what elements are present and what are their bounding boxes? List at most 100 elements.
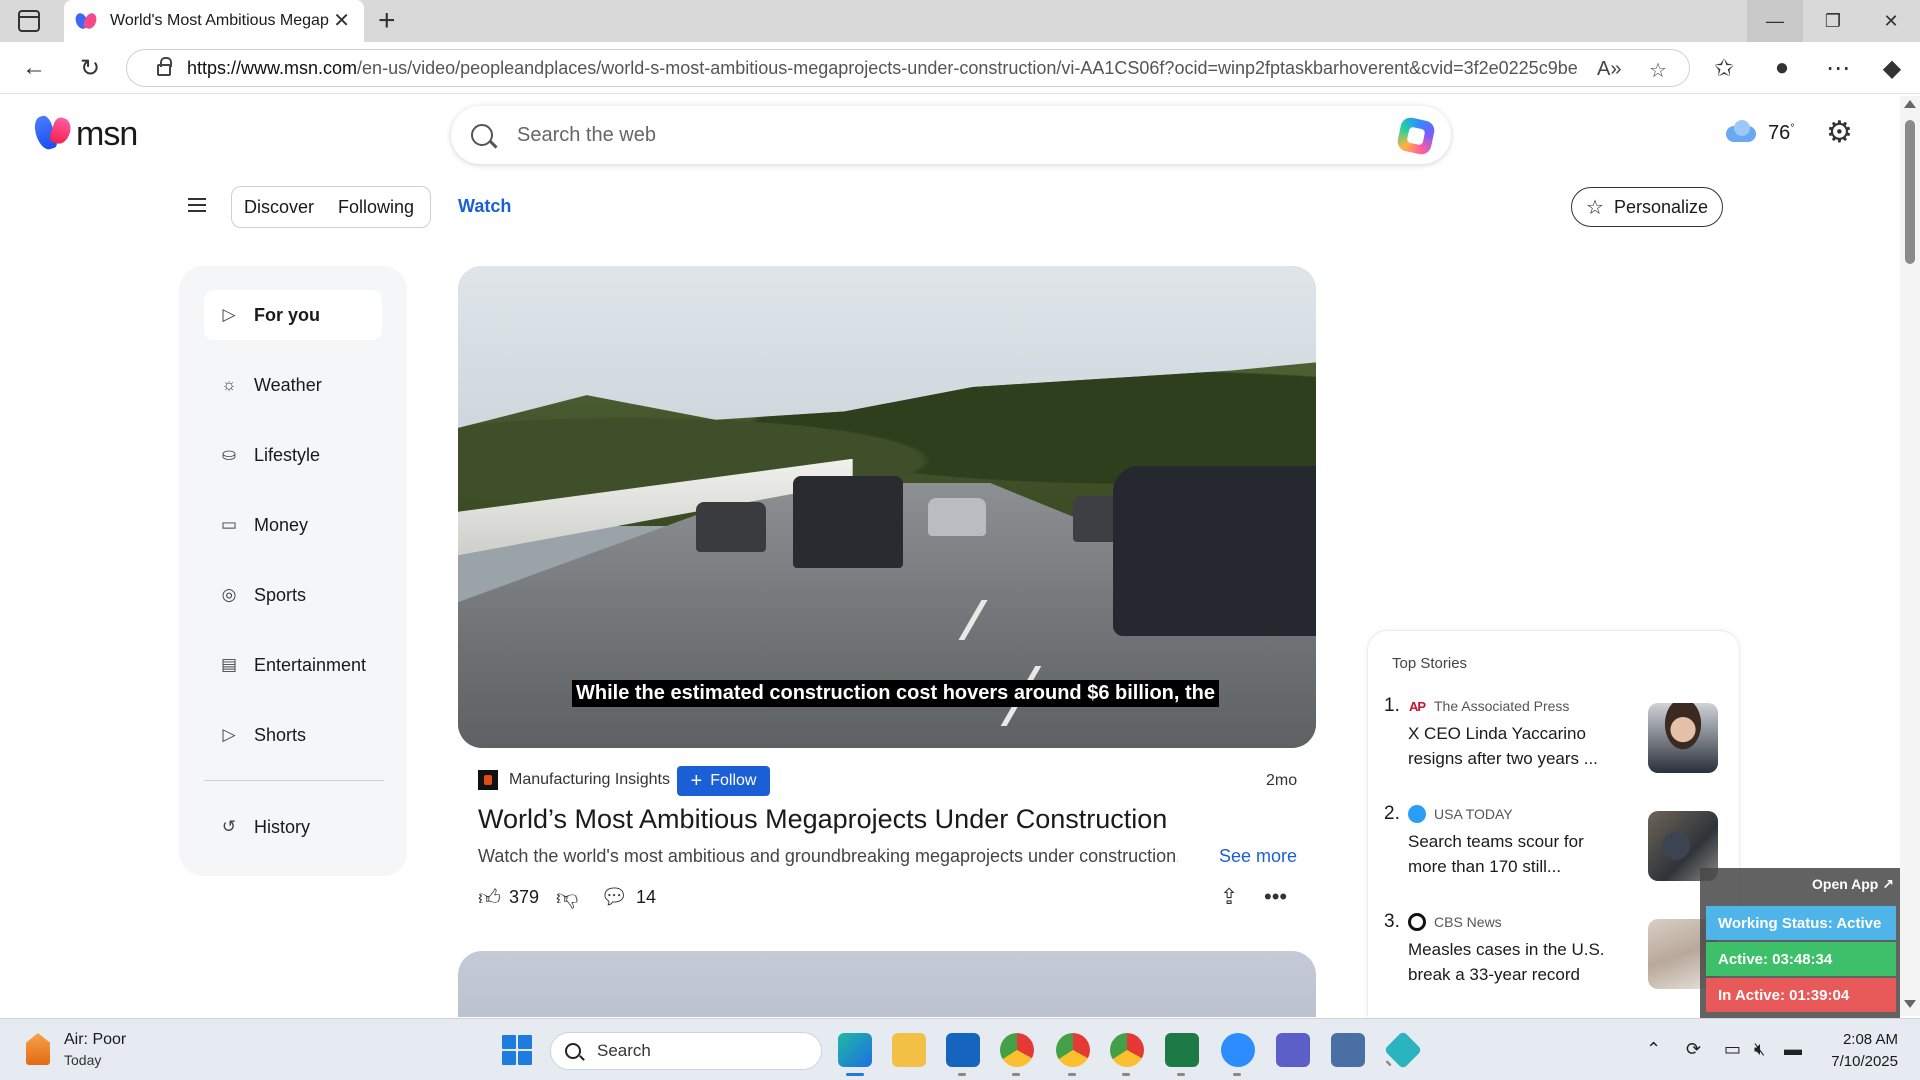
story-title[interactable]: Search teams scour for more than 170 sti… (1408, 829, 1618, 879)
windows-start-icon[interactable] (502, 1035, 532, 1065)
source-name[interactable]: Manufacturing Insights (509, 771, 670, 789)
sidebar-item-label: History (254, 816, 311, 837)
sidebar-item-lifestyle[interactable]: ⛀ Lifestyle (204, 430, 382, 480)
tab-actions-icon[interactable] (18, 10, 40, 32)
sidebar-item-for-you[interactable]: ▷ For you (204, 290, 382, 340)
web-search-bar[interactable]: Search the web (451, 106, 1451, 164)
search-icon (565, 1043, 581, 1059)
favorite-star-icon[interactable]: ☆ (1649, 58, 1667, 83)
search-input[interactable]: Search the web (517, 124, 656, 147)
window-minimize-button[interactable]: — (1747, 0, 1803, 42)
new-tab-button[interactable]: + (378, 6, 396, 36)
weather-widget[interactable]: 76° (1726, 120, 1795, 146)
story-item[interactable]: 1. AP The Associated Press X CEO Linda Y… (1384, 693, 1724, 783)
clock-date[interactable]: 7/10/2025 (1818, 1053, 1898, 1070)
url-text[interactable]: https://www.msn.com/en-us/video/peoplean… (187, 58, 1577, 79)
video-description: Watch the world's most ambitious and gro… (478, 846, 1178, 866)
more-options-icon[interactable]: ⋯ (1822, 52, 1854, 84)
sidebar-item-entertainment[interactable]: ▤ Entertainment (204, 640, 382, 690)
sidebar-item-sports[interactable]: ◎ Sports (204, 570, 382, 620)
back-arrow-icon[interactable]: ← (18, 52, 50, 84)
tray-chevron-up-icon[interactable]: ⌃ (1646, 1039, 1661, 1060)
outlook-taskbar-icon[interactable] (946, 1033, 980, 1076)
story-source: USA TODAY (1408, 805, 1513, 823)
chrome-taskbar-icon[interactable] (1000, 1033, 1034, 1076)
app-diamond-taskbar-icon[interactable] (1383, 1030, 1423, 1070)
scroll-thumb[interactable] (1905, 120, 1915, 264)
teams-taskbar-icon[interactable] (1276, 1033, 1310, 1067)
sidebar-item-weather[interactable]: ☼ Weather (204, 360, 382, 410)
edge-taskbar-icon[interactable] (838, 1033, 872, 1076)
story-title[interactable]: X CEO Linda Yaccarino resigns after two … (1408, 721, 1618, 771)
windows-taskbar: Air: Poor Today Search ⌃ ⟳ ▭ 🔇︎ ▬ 2:08 A… (0, 1018, 1920, 1080)
read-aloud-icon[interactable]: A» (1597, 58, 1621, 81)
source-logo-icon[interactable] (478, 770, 498, 790)
sidebar-item-history[interactable]: ↺ History (204, 802, 382, 852)
favorites-icon[interactable]: ✩ (1708, 52, 1740, 84)
air-quality-icon[interactable] (26, 1033, 50, 1065)
battery-icon[interactable]: ▬ (1784, 1039, 1802, 1060)
like-button[interactable]: 👍︎ 379 (478, 884, 539, 911)
clock-time[interactable]: 2:08 AM (1838, 1031, 1898, 1048)
sidebar-item-money[interactable]: ▭ Money (204, 500, 382, 550)
scroll-down-arrow-icon[interactable] (1904, 1000, 1916, 1008)
msn-logo[interactable]: msn (34, 114, 138, 154)
story-thumbnail[interactable] (1648, 703, 1718, 773)
more-actions-button[interactable]: ••• (1264, 884, 1295, 910)
sync-icon[interactable]: ⟳ (1686, 1039, 1701, 1060)
see-more-link[interactable]: See more (1219, 846, 1297, 867)
taskbar-search[interactable]: Search (550, 1032, 822, 1070)
video-title[interactable]: World’s Most Ambitious Megaprojects Unde… (478, 804, 1167, 835)
video-frame-car (1113, 466, 1316, 636)
follow-button[interactable]: + Follow (677, 766, 770, 796)
scroll-up-arrow-icon[interactable] (1904, 100, 1916, 108)
address-bar[interactable]: https://www.msn.com/en-us/video/peoplean… (126, 49, 1690, 87)
network-icon[interactable]: ▭ (1724, 1039, 1741, 1060)
chrome-alt-taskbar-icon[interactable] (1110, 1033, 1144, 1076)
volume-muted-icon[interactable]: 🔇︎ (1754, 1039, 1765, 1060)
excel-taskbar-icon[interactable] (1165, 1033, 1199, 1076)
ap-logo-icon: AP (1408, 698, 1426, 714)
calculator-taskbar-icon[interactable] (1331, 1033, 1365, 1067)
profile-avatar-icon[interactable]: ● (1766, 52, 1798, 84)
story-number: 1. (1384, 695, 1400, 716)
dislike-button[interactable]: 👎︎ (556, 884, 586, 911)
copilot-icon[interactable] (1395, 115, 1437, 157)
video-age: 2mo (1266, 772, 1298, 789)
menu-icon[interactable] (188, 198, 206, 212)
zoom-taskbar-icon[interactable] (1221, 1033, 1255, 1076)
settings-gear-icon[interactable]: ⚙ (1826, 118, 1853, 148)
lock-icon[interactable] (157, 57, 172, 76)
tab-close-icon[interactable]: ✕ (333, 11, 350, 31)
browser-tab-active[interactable]: World's Most Ambitious Megapr ✕ (64, 0, 364, 42)
next-video-card[interactable] (458, 951, 1316, 1017)
air-quality-subtitle: Today (64, 1052, 102, 1068)
history-icon: ↺ (221, 817, 237, 836)
chrome-profile-taskbar-icon[interactable] (1056, 1033, 1090, 1076)
file-explorer-taskbar-icon[interactable] (892, 1033, 926, 1067)
sidebar-item-shorts[interactable]: ▷ Shorts (204, 710, 382, 760)
video-player[interactable]: While the estimated construction cost ho… (458, 266, 1316, 748)
search-icon (471, 124, 493, 146)
air-quality-title[interactable]: Air: Poor (64, 1031, 126, 1049)
sidebar-item-label: Weather (254, 374, 322, 395)
share-button[interactable]: ⇪ (1220, 884, 1246, 910)
open-app-link[interactable]: Open App ↗ (1812, 876, 1894, 893)
msn-logo-text: msn (76, 114, 138, 153)
page-scrollbar[interactable] (1900, 96, 1920, 1016)
window-restore-button[interactable]: ❐ (1805, 0, 1861, 42)
story-item[interactable]: 2. USA TODAY Search teams scour for more… (1384, 801, 1724, 891)
personalize-button[interactable]: ☆ Personalize (1571, 187, 1723, 227)
tab-discover[interactable]: Discover (232, 197, 326, 218)
window-close-button[interactable]: ✕ (1863, 0, 1919, 42)
browser-tab-bar: World's Most Ambitious Megapr ✕ + — ❐ ✕ (0, 0, 1920, 42)
taskbar-search-label: Search (597, 1041, 651, 1060)
comments-button[interactable]: 💬︎ 14 (600, 884, 656, 910)
story-item[interactable]: 3. CBS News Measles cases in the U.S. br… (1384, 909, 1724, 999)
refresh-icon[interactable]: ↻ (74, 52, 106, 84)
top-stories-heading: Top Stories (1392, 655, 1468, 672)
tab-watch[interactable]: Watch (458, 196, 511, 217)
tab-following[interactable]: Following (326, 197, 426, 218)
copilot-browser-icon[interactable]: ◆ (1876, 52, 1908, 84)
story-title[interactable]: Measles cases in the U.S. break a 33-yea… (1408, 937, 1618, 987)
